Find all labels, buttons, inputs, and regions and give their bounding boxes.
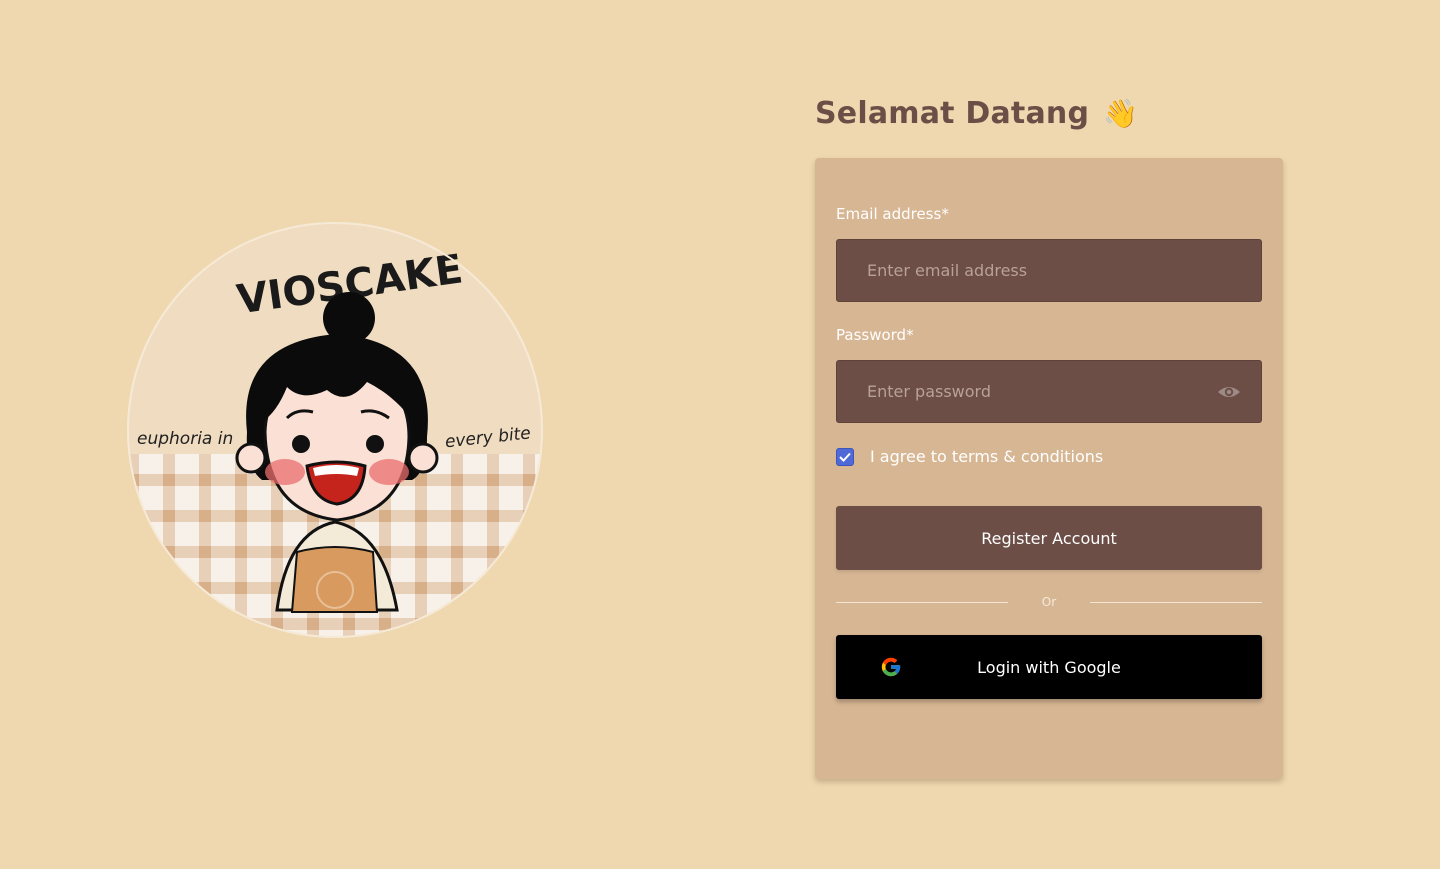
email-field[interactable] xyxy=(867,261,1197,280)
eye-icon[interactable] xyxy=(1217,382,1241,402)
terms-checkbox[interactable] xyxy=(836,447,854,466)
login-with-google-button[interactable]: Login with Google xyxy=(836,635,1262,699)
terms-row: I agree to terms & conditions xyxy=(836,447,1103,466)
terms-label: I agree to terms & conditions xyxy=(870,447,1104,466)
logo-tagline-left: euphoria in xyxy=(137,429,233,449)
page-title-text: Selamat Datang xyxy=(815,95,1090,131)
divider-line-right xyxy=(1089,601,1262,603)
email-field-wrapper xyxy=(836,239,1262,302)
brand-logo: VIOSCAKE euphoria in every bite xyxy=(127,222,543,638)
register-form-card: Email address* Password* I agree to term… xyxy=(815,158,1283,779)
divider-line-left xyxy=(836,601,1008,603)
waving-hand-icon: 👋 xyxy=(1103,96,1139,130)
or-divider: Or xyxy=(836,594,1262,610)
page-title: Selamat Datang 👋 xyxy=(815,92,1283,134)
password-field-wrapper xyxy=(836,360,1262,423)
divider-or-text: Or xyxy=(1041,595,1057,609)
email-label: Email address* xyxy=(836,205,949,223)
checkmark-icon xyxy=(839,452,851,462)
password-field[interactable] xyxy=(867,382,1197,401)
register-panel: Selamat Datang 👋 Email address* Password… xyxy=(815,92,1283,779)
password-label: Password* xyxy=(836,326,914,344)
google-icon xyxy=(881,657,901,677)
register-account-button[interactable]: Register Account xyxy=(836,506,1262,570)
vioscake-logo-image: VIOSCAKE euphoria in every bite xyxy=(127,222,543,638)
